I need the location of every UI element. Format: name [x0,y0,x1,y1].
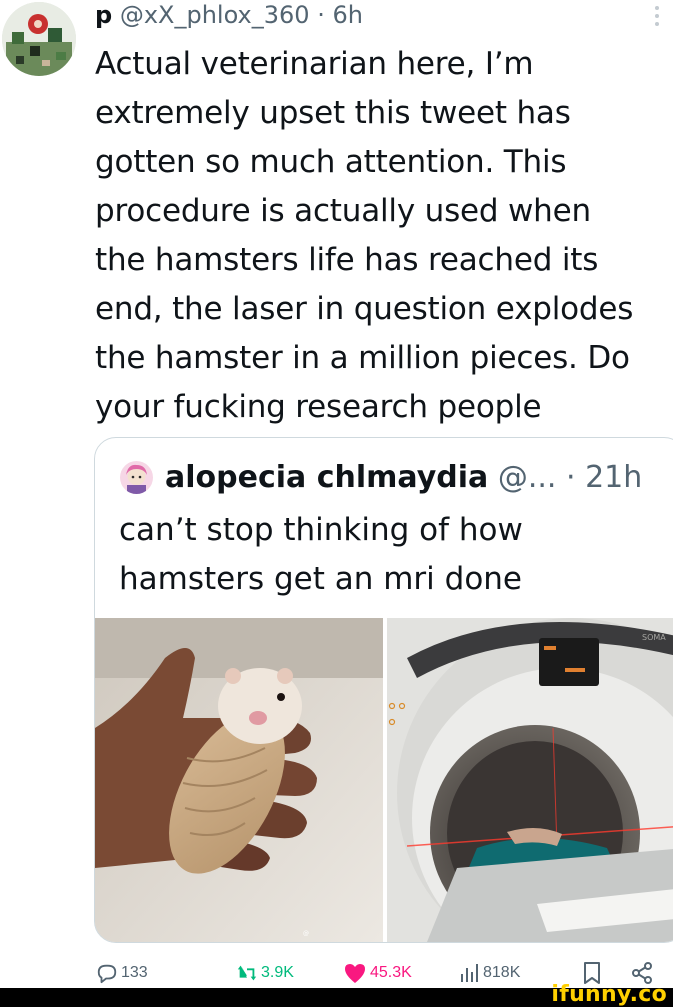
quote-display-name[interactable]: alopecia chlmaydia [165,460,488,495]
tweet-text-line: procedure is actually used when [95,193,591,229]
quoted-tweet[interactable]: alopecia chlmaydia @... · 21h can’t stop… [94,437,673,943]
tweet-text: Actual veterinarian here, I’m extremely … [95,40,673,432]
retweet-icon [237,965,257,981]
tweet-text-line: your fucking research people [95,389,542,425]
views-count: 818K [483,964,521,981]
retweet-button[interactable]: 3.9K [236,958,294,988]
tweet-text-line: gotten so much attention. This [95,144,567,180]
reply-icon [97,964,117,984]
timestamp[interactable]: 6h [332,1,362,29]
quote-text-line: hamsters get an mri done [119,561,522,597]
quote-timestamp[interactable]: 21h [585,460,642,495]
quote-separator: · [565,460,576,495]
tweet-text-line: end, the laser in question explodes [95,291,634,327]
bar-chart-icon [461,964,478,982]
handle[interactable]: @xX_phlox_360 [120,1,310,29]
hamster-photo[interactable]: @ [95,618,383,942]
avatar[interactable] [2,2,76,76]
scanner-brand-label: SOMA [642,633,666,642]
like-button[interactable]: 45.3K [343,958,412,988]
tweet-text-line: Actual veterinarian here, I’m [95,46,534,82]
heart-icon [345,964,365,983]
watermark-bar: ifunny.co [0,982,673,1007]
like-count: 45.3K [370,964,412,981]
quote-text-line: can’t stop thinking of how [119,512,523,548]
quote-header: alopecia chlmaydia @... · 21h [165,458,642,498]
more-vertical-icon[interactable] [652,4,662,30]
tweet-text-line: extremely upset this tweet has [95,95,571,131]
tweet-header: p @xX_phlox_360 · 6h [95,0,363,30]
tweet-text-line: the hamster in a million pieces. Do [95,340,630,376]
retweet-count: 3.9K [261,964,294,981]
reply-count: 133 [121,964,148,981]
quote-text: can’t stop thinking of how hamsters get … [119,506,523,604]
svg-text:@: @ [303,930,309,937]
ifunny-watermark: ifunny.co [551,982,667,1007]
tweet-text-line: the hamsters life has reached its [95,242,599,278]
mri-scanner-photo[interactable]: SOMA [387,618,673,942]
quote-avatar[interactable] [120,461,153,494]
views-button[interactable]: 818K [458,958,520,988]
reply-button[interactable]: 133 [96,958,148,988]
display-name[interactable]: p [95,1,112,29]
separator: · [317,1,325,29]
quote-handle[interactable]: @... [498,460,557,495]
